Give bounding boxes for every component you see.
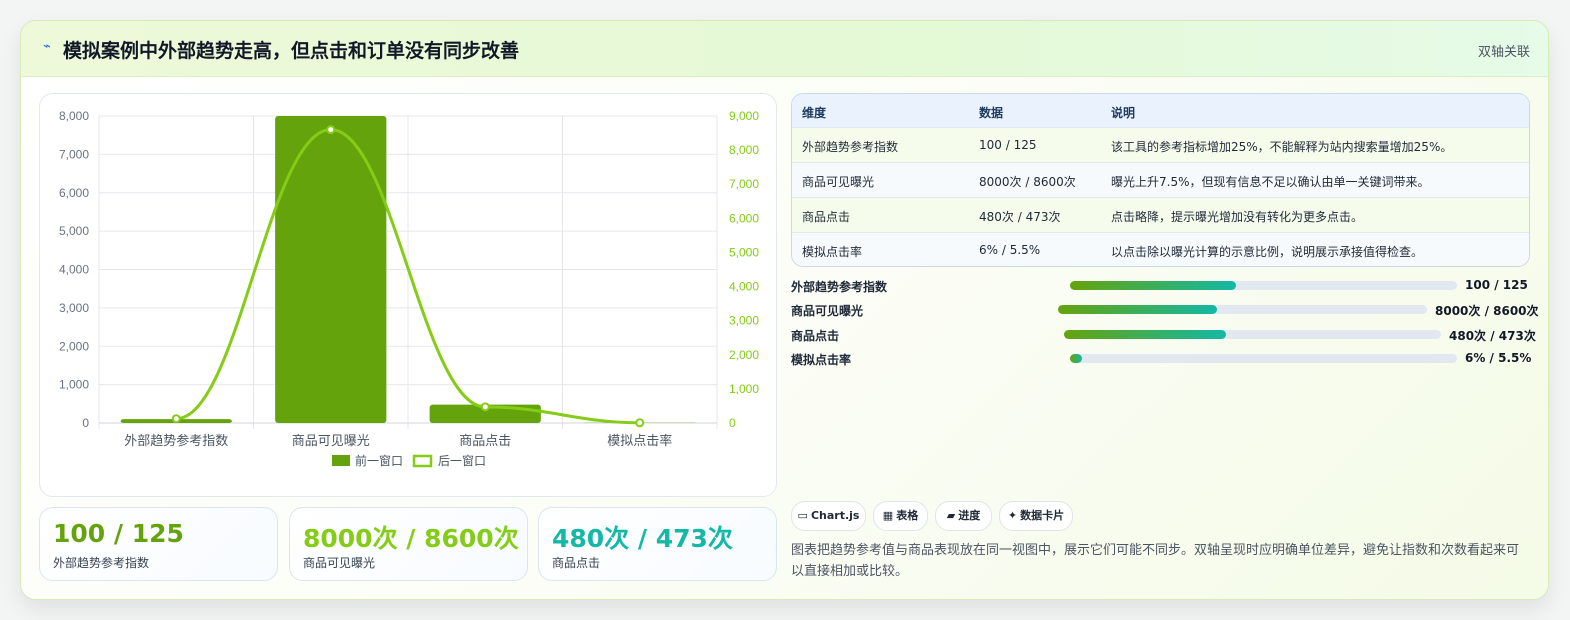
chip-label: 表格 [896, 509, 919, 522]
kpi-value: 8000次 / 8600次 [303, 524, 519, 553]
table-cell: 以点击除以曝光计算的示意比例，说明展示承接值得检查。 [1111, 245, 1424, 259]
y-left-tick-label: 8,000 [59, 109, 89, 123]
y-right-tick-label: 2,000 [729, 348, 759, 362]
chip-data-card[interactable]: ✦ 数据卡片 [999, 501, 1073, 531]
table-cell: 6% / 5.5% [979, 243, 1041, 257]
chip-label: 进度 [958, 509, 981, 522]
table-cell: 该工具的参考指标增加25%，不能解释为站内搜索量增加25%。 [1111, 140, 1453, 154]
progress-label: 外部趋势参考指数 [791, 280, 888, 294]
progress-icon: ▰ [946, 509, 956, 522]
y-right-tick-label: 5,000 [729, 245, 759, 259]
y-left-tick-label: 4,000 [59, 263, 89, 277]
y-right-tick-label: 7,000 [729, 177, 759, 191]
legend-label: 前一窗口 [355, 453, 403, 468]
progress-value: 8000次 / 8600次 [1435, 304, 1539, 318]
table-cell: 100 / 125 [979, 138, 1037, 152]
y-right-tick-label: 1,000 [729, 382, 759, 396]
bar [275, 116, 387, 423]
trend-icon: ⌁ [43, 39, 51, 54]
chip-table[interactable]: ▦ 表格 [873, 501, 928, 531]
y-left-tick-label: 7,000 [59, 147, 89, 161]
progress-track [1058, 305, 1427, 314]
y-left-tick-label: 0 [82, 416, 89, 430]
progress-fill [1070, 354, 1082, 363]
chip-chartjs[interactable]: ▭ Chart.js [791, 501, 866, 531]
progress-label: 商品点击 [791, 329, 840, 343]
kpi-label: 商品可见曝光 [303, 556, 376, 570]
table-cell: 8000次 / 8600次 [979, 175, 1076, 189]
x-tick-label: 商品可见曝光 [292, 434, 370, 449]
y-right-tick-label: 9,000 [729, 109, 759, 123]
table-cell: 480次 / 473次 [979, 210, 1061, 224]
y-right-tick-label: 0 [729, 416, 736, 430]
y-right-tick-label: 3,000 [729, 314, 759, 328]
progress-track [1064, 330, 1441, 339]
chart-panel: 0 1,000 2,000 3,000 4,000 5,000 6,000 7,000 8,00… [39, 93, 777, 497]
y-left-tick-label: 6,000 [59, 186, 89, 200]
sparkle-icon: ✦ [1007, 509, 1018, 522]
progress-value: 480次 / 473次 [1449, 329, 1536, 343]
y-right-tick-label: 8,000 [729, 143, 759, 157]
table-icon: ▦ [882, 509, 894, 522]
chip-progress[interactable]: ▰ 进度 [935, 501, 992, 531]
kpi-value: 480次 / 473次 [552, 524, 733, 553]
table-header-dimension: 维度 [802, 106, 827, 120]
progress-label: 商品可见曝光 [791, 304, 864, 318]
line-point [326, 125, 336, 135]
table-row: 商品可见曝光 8000次 / 8600次 曝光上升7.5%，但现有信息不足以确认… [792, 162, 1529, 197]
kpi-card-exposure: 8000次 / 8600次 商品可见曝光 [289, 507, 528, 581]
y-left-tick-label: 5,000 [59, 224, 89, 238]
legend-label: 后一窗口 [438, 454, 486, 468]
x-tick-label: 外部趋势参考指数 [124, 433, 228, 449]
y-left-tick-label: 2,000 [59, 339, 89, 353]
line-point [480, 402, 490, 412]
card-title: 模拟案例中外部趋势走高，但点击和订单没有同步改善 [63, 40, 520, 62]
progress-value: 100 / 125 [1465, 278, 1528, 292]
table-row: 外部趋势参考指数 100 / 125 该工具的参考指标增加25%，不能解释为站内… [792, 127, 1529, 162]
table-row: 商品点击 480次 / 473次 点击略降，提示曝光增加没有转化为更多点击。 [792, 197, 1529, 232]
table-header-note: 说明 [1111, 106, 1136, 120]
x-tick-label: 商品点击 [459, 434, 511, 449]
chip-label: 数据卡片 [1020, 509, 1065, 522]
table-header-row: 维度 数据 说明 [792, 94, 1529, 127]
chip-label: Chart.js [810, 509, 860, 522]
kpi-label: 商品点击 [552, 556, 601, 570]
dual-axis-chart: 0 1,000 2,000 3,000 4,000 5,000 6,000 7,000 8,00… [59, 109, 759, 468]
table-cell: 曝光上升7.5%，但现有信息不足以确认由单一关键词带来。 [1111, 175, 1430, 189]
chart-description: 图表把趋势参考值与商品表现放在同一视图中，展示它们可能不同步。双轴呈现时应明确单… [791, 543, 1520, 579]
kpi-label: 外部趋势参考指数 [53, 556, 150, 570]
legend-swatch-bar [332, 455, 350, 466]
x-tick-label: 模拟点击率 [607, 433, 672, 449]
progress-value: 6% / 5.5% [1465, 351, 1532, 365]
y-right-tick-label: 4,000 [729, 280, 759, 294]
progress-label: 模拟点击率 [791, 353, 852, 367]
table-row: 模拟点击率 6% / 5.5% 以点击除以曝光计算的示意比例，说明展示承接值得检… [792, 232, 1529, 266]
progress-track [1070, 354, 1457, 363]
progress-fill [1070, 281, 1237, 290]
dual-axis-tag: 双轴关联 [1477, 45, 1530, 60]
kpi-card-clicks: 480次 / 473次 商品点击 [538, 507, 777, 581]
y-right-tick-label: 6,000 [729, 211, 759, 225]
kpi-card-trend-index: 100 / 125 外部趋势参考指数 [39, 507, 278, 581]
table-cell: 商品点击 [802, 210, 851, 224]
card-header: ⌁ 模拟案例中外部趋势走高，但点击和订单没有同步改善 双轴关联 [21, 21, 1548, 77]
table-header-data: 数据 [979, 106, 1004, 120]
y-left-tick-label: 1,000 [59, 378, 89, 392]
chart-icon: ▭ [797, 509, 808, 522]
line-point [171, 414, 181, 424]
progress-fill [1058, 305, 1217, 314]
table-cell: 点击略降，提示曝光增加没有转化为更多点击。 [1111, 210, 1364, 224]
table-cell: 商品可见曝光 [802, 175, 875, 189]
dashboard-card: ⌁ 模拟案例中外部趋势走高，但点击和订单没有同步改善 双轴关联 0 1,000 2,… [20, 20, 1549, 600]
progress-fill [1064, 330, 1227, 339]
legend-swatch-line [412, 454, 433, 468]
line-point [635, 418, 645, 428]
table-cell: 外部趋势参考指数 [802, 140, 899, 154]
y-left-tick-label: 3,000 [59, 301, 89, 315]
progress-track [1070, 281, 1457, 290]
kpi-value: 100 / 125 [53, 519, 184, 548]
data-table: 维度 数据 说明 外部趋势参考指数 100 / 125 该工具的参考指标增加25… [791, 93, 1530, 267]
table-cell: 模拟点击率 [802, 245, 863, 259]
